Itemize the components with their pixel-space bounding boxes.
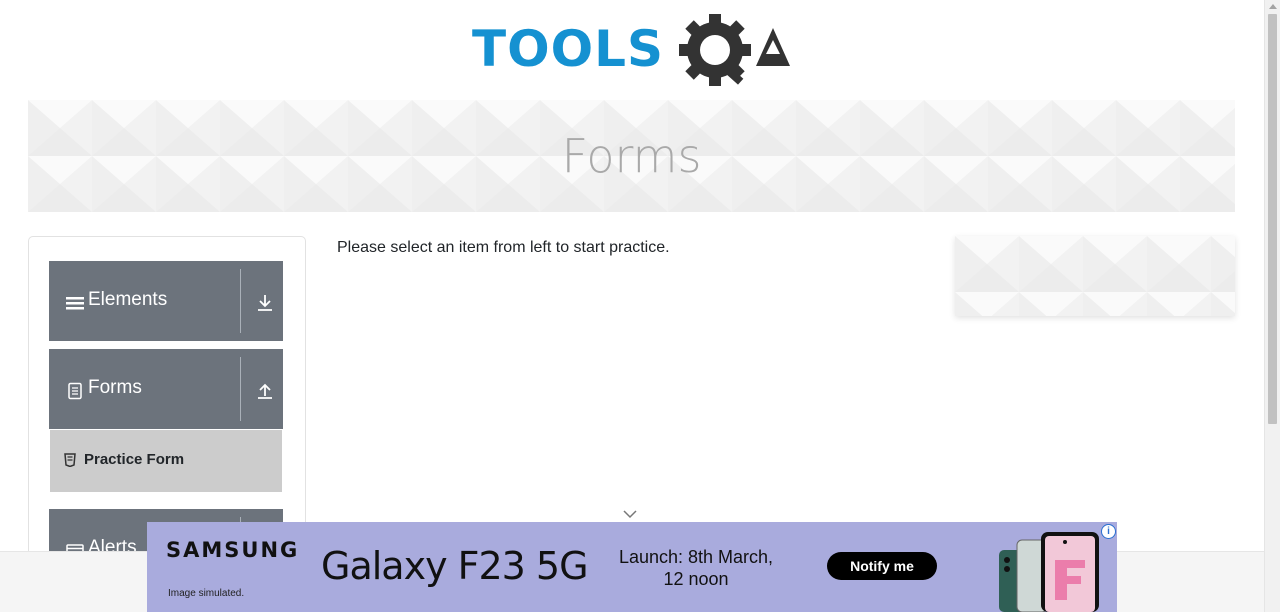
sidebar-item-practice-form[interactable]: Practice Form: [50, 430, 282, 492]
phones-image: [999, 532, 1099, 612]
sidebar-group-elements[interactable]: Elements: [49, 261, 283, 341]
vertical-scrollbar[interactable]: [1264, 0, 1280, 612]
expand-down-icon[interactable]: [255, 293, 275, 313]
hamburger-icon: [66, 297, 84, 310]
logo-text-tools: TOOLS: [472, 20, 664, 78]
logo-letter-a: [756, 28, 790, 66]
sidebar-group-label: Elements: [88, 289, 168, 310]
page: TOOLS Forms Elements Forms Practice Form…: [0, 0, 1264, 612]
instruction-text: Please select an item from left to start…: [337, 239, 670, 256]
notify-me-button[interactable]: Notify me: [827, 552, 937, 580]
sidebar-group-forms[interactable]: Forms: [49, 349, 283, 429]
divider: [240, 357, 241, 421]
advertisement-banner[interactable]: SAMSUNG Image simulated. Galaxy F23 5G L…: [147, 522, 1117, 612]
scroll-up-icon[interactable]: [1269, 4, 1277, 9]
ad-product-name: Galaxy F23 5G: [321, 544, 589, 588]
ad-info-icon[interactable]: i: [1101, 524, 1116, 539]
ad-launch-text: Launch: 8th March, 12 noon: [599, 546, 793, 590]
page-title: Forms: [561, 129, 702, 183]
collapse-up-icon[interactable]: [255, 381, 275, 401]
toolsqa-logo[interactable]: TOOLS: [472, 14, 796, 92]
ad-launch-line: 12 noon: [663, 569, 729, 589]
page-banner: Forms: [28, 100, 1235, 212]
ad-disclaimer: Image simulated.: [168, 588, 245, 599]
side-ad-pattern: [955, 236, 1235, 316]
scroll-thumb[interactable]: [1268, 14, 1277, 424]
ad-brand: SAMSUNG: [166, 538, 300, 562]
chevron-down-icon[interactable]: [623, 509, 637, 519]
gear-magnifier-icon: [679, 14, 751, 86]
document-icon: [68, 382, 82, 400]
ad-launch-line: Launch: 8th March,: [618, 547, 774, 567]
sidebar-item-label: Practice Form: [84, 451, 185, 468]
html5-icon: [64, 453, 76, 467]
divider: [240, 269, 241, 333]
toolsqa-logo-graphic: TOOLS: [472, 14, 790, 86]
side-ad-placeholder: [955, 236, 1235, 316]
sidebar-group-label: Forms: [88, 377, 142, 398]
